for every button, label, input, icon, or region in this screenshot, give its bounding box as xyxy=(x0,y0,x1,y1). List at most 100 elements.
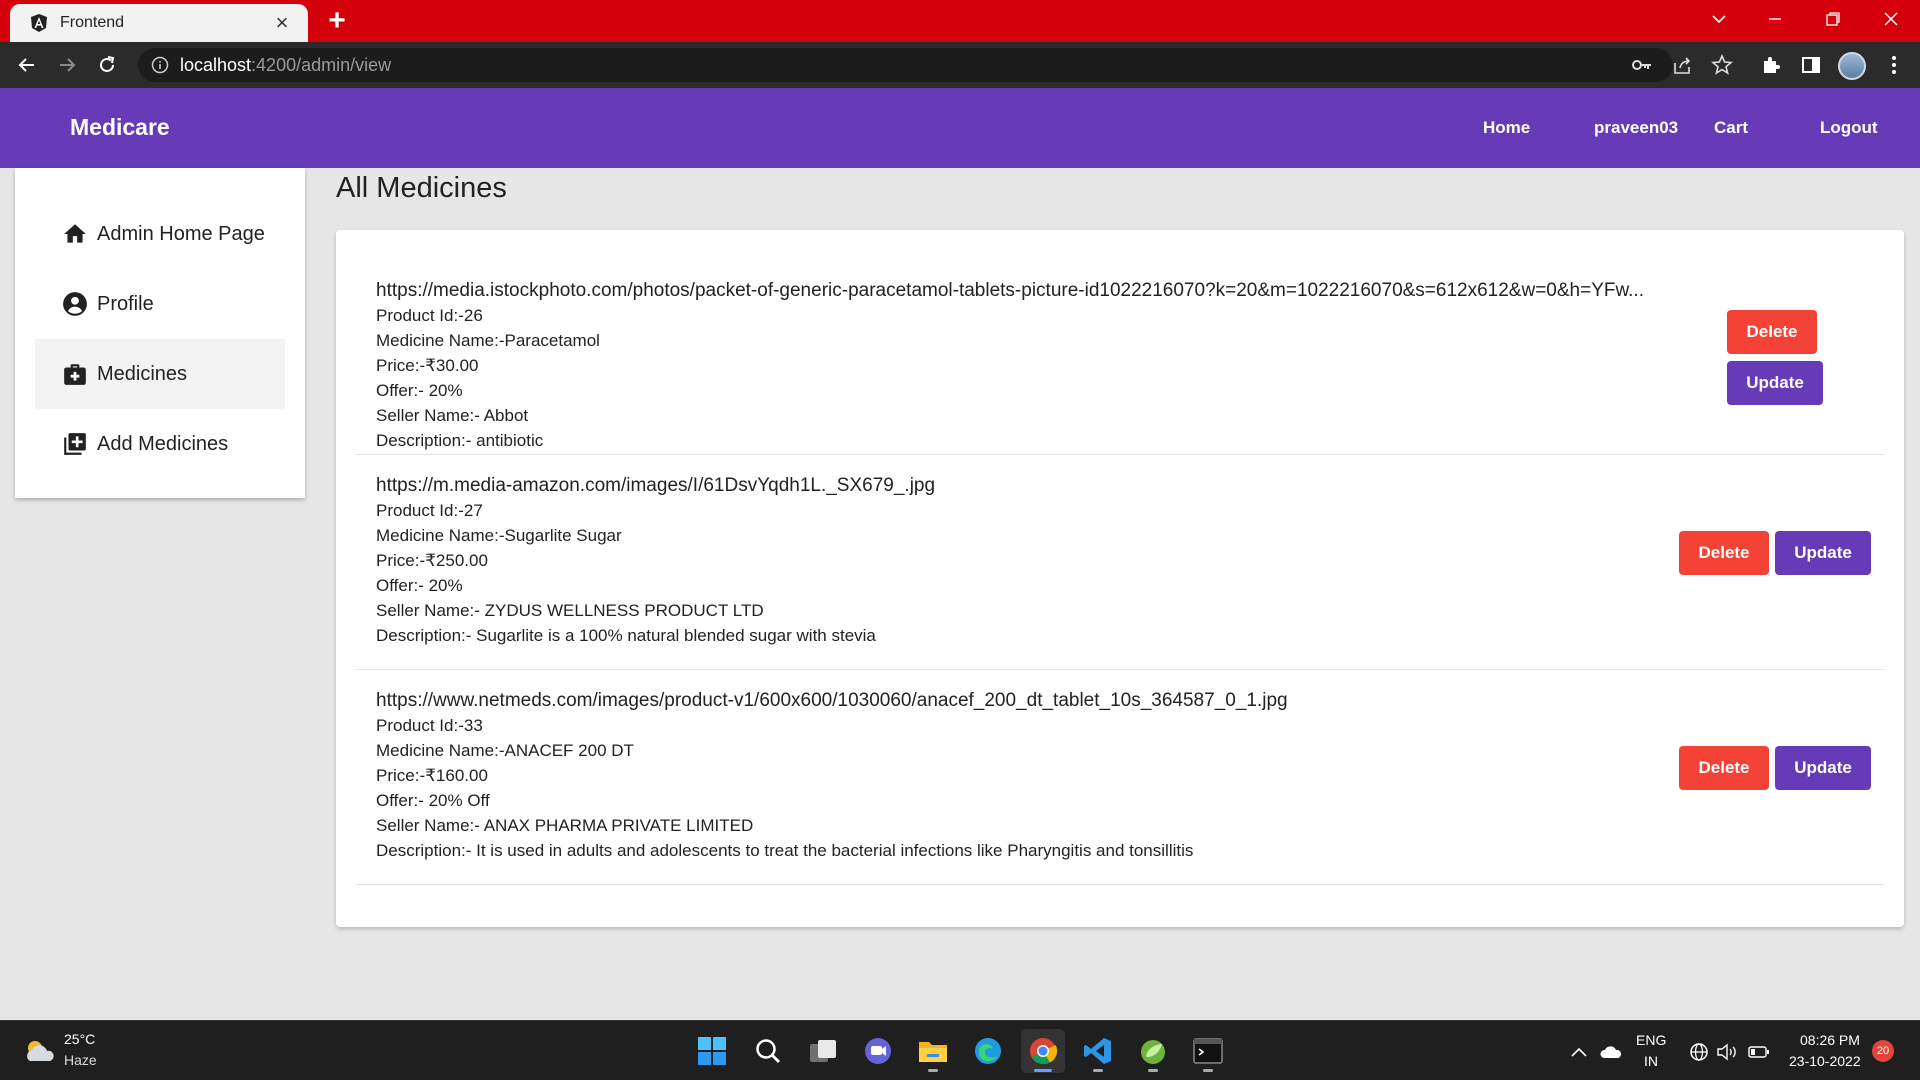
medicine-price: Price:-₹250.00 xyxy=(376,551,488,570)
medicine-offer: Offer:- 20% xyxy=(376,381,463,400)
minimize-icon[interactable] xyxy=(1752,0,1798,38)
running-indicator xyxy=(1148,1069,1158,1072)
close-window-icon[interactable] xyxy=(1868,0,1914,38)
sidebar-item-label: Profile xyxy=(97,292,154,315)
medicine-product-id: Product Id:-26 xyxy=(376,306,483,325)
sidebar-item-label: Admin Home Page xyxy=(97,222,265,245)
notification-count-badge[interactable]: 20 xyxy=(1872,1040,1894,1062)
medicine-description: Description:- antibiotic xyxy=(376,431,544,450)
medicine-seller: Seller Name:- ANAX PHARMA PRIVATE LIMITE… xyxy=(376,816,754,835)
clock-date[interactable]: 23-10-2022 xyxy=(1789,1053,1861,1069)
show-hidden-icons-chevron-icon[interactable] xyxy=(1568,1041,1590,1063)
task-view-icon[interactable] xyxy=(801,1029,845,1073)
extensions-icon[interactable] xyxy=(1759,53,1783,77)
library-add-icon xyxy=(61,430,89,458)
weather-haze-icon[interactable] xyxy=(22,1037,56,1065)
update-button[interactable]: Update xyxy=(1727,361,1823,405)
bookmark-star-icon[interactable] xyxy=(1710,53,1734,77)
spring-tool-suite-icon[interactable] xyxy=(1131,1029,1175,1073)
weather-condition[interactable]: Haze xyxy=(64,1052,97,1068)
input-language[interactable]: ENG xyxy=(1636,1032,1666,1048)
medicine-price: Price:-₹160.00 xyxy=(376,766,488,785)
url-path: :4200/admin/view xyxy=(251,54,392,75)
battery-icon[interactable] xyxy=(1748,1041,1770,1063)
clock-time[interactable]: 08:26 PM xyxy=(1800,1032,1860,1048)
volume-icon[interactable] xyxy=(1716,1041,1738,1063)
admin-sidebar: Admin Home Page Profile Medicines Add Me… xyxy=(15,168,305,498)
browser-toolbar: localhost:4200/admin/view xyxy=(0,42,1920,88)
home-icon xyxy=(61,220,89,248)
medicine-seller: Seller Name:- ZYDUS WELLNESS PRODUCT LTD xyxy=(376,601,764,620)
sidebar-item-label: Add Medicines xyxy=(97,432,229,455)
angular-icon xyxy=(28,12,50,34)
sidebar-item-admin-home[interactable]: Admin Home Page xyxy=(35,199,285,269)
delete-button[interactable]: Delete xyxy=(1679,531,1769,575)
chrome-menu-icon[interactable] xyxy=(1882,53,1906,77)
file-explorer-icon[interactable] xyxy=(911,1029,955,1073)
medical-bag-icon xyxy=(61,360,89,388)
running-indicator xyxy=(928,1069,938,1072)
running-indicator xyxy=(1093,1069,1103,1072)
teams-chat-icon[interactable] xyxy=(856,1029,900,1073)
sidebar-item-add-medicines[interactable]: Add Medicines xyxy=(35,409,285,479)
nav-logout-link[interactable]: Logout xyxy=(1820,118,1878,138)
delete-button[interactable]: Delete xyxy=(1727,310,1817,354)
medicine-offer: Offer:- 20% Off xyxy=(376,791,490,810)
browser-tab[interactable]: Frontend × xyxy=(10,4,308,42)
nav-username[interactable]: praveen03 xyxy=(1594,118,1678,138)
input-region[interactable]: IN xyxy=(1644,1053,1658,1069)
start-menu-icon[interactable] xyxy=(690,1029,734,1073)
password-key-icon[interactable] xyxy=(1630,53,1654,77)
medicine-description: Description:- Sugarlite is a 100% natura… xyxy=(376,626,876,645)
nav-home-link[interactable]: Home xyxy=(1483,118,1530,138)
medicine-description: Description:- It is used in adults and a… xyxy=(376,841,1194,860)
chrome-browser-icon[interactable] xyxy=(1021,1029,1065,1073)
medicine-image-url: https://m.media-amazon.com/images/I/61Ds… xyxy=(376,475,936,496)
site-info-icon[interactable] xyxy=(150,55,170,75)
account-circle-icon xyxy=(61,290,89,318)
sidebar-item-profile[interactable]: Profile xyxy=(35,269,285,339)
profile-avatar[interactable] xyxy=(1838,52,1866,80)
medicine-image-url: https://www.netmeds.com/images/product-v… xyxy=(376,690,1288,711)
restore-icon[interactable] xyxy=(1810,0,1856,38)
page-title: All Medicines xyxy=(336,172,507,204)
share-icon[interactable] xyxy=(1670,53,1694,77)
reload-icon[interactable] xyxy=(91,49,123,81)
brand-title[interactable]: Medicare xyxy=(70,114,170,141)
address-bar[interactable]: localhost:4200/admin/view xyxy=(138,48,1673,82)
search-icon[interactable] xyxy=(746,1029,790,1073)
delete-button[interactable]: Delete xyxy=(1679,746,1769,790)
sidebar-item-medicines[interactable]: Medicines xyxy=(35,339,285,409)
tab-search-icon[interactable] xyxy=(1696,0,1742,38)
medicine-image-url: https://media.istockphoto.com/photos/pac… xyxy=(376,280,1644,301)
weather-temperature[interactable]: 25°C xyxy=(64,1031,95,1047)
update-button[interactable]: Update xyxy=(1775,531,1871,575)
back-icon[interactable] xyxy=(11,49,43,81)
running-indicator xyxy=(1034,1069,1052,1072)
new-tab-button[interactable]: + xyxy=(322,4,352,37)
vscode-icon[interactable] xyxy=(1076,1029,1120,1073)
running-indicator xyxy=(1203,1069,1213,1072)
app-navbar: Medicare Home praveen03 Cart Logout xyxy=(0,88,1920,168)
medicine-offer: Offer:- 20% xyxy=(376,576,463,595)
forward-icon[interactable] xyxy=(51,49,83,81)
close-tab-icon[interactable]: × xyxy=(268,9,296,37)
medicine-product-id: Product Id:-27 xyxy=(376,501,483,520)
medicine-seller: Seller Name:- Abbot xyxy=(376,406,529,425)
network-globe-icon[interactable] xyxy=(1688,1041,1710,1063)
terminal-icon[interactable] xyxy=(1186,1029,1230,1073)
onedrive-cloud-icon[interactable] xyxy=(1600,1041,1622,1063)
medicine-price: Price:-₹30.00 xyxy=(376,356,479,375)
medicine-item: https://m.media-amazon.com/images/I/61Ds… xyxy=(356,455,1884,670)
nav-cart-link[interactable]: Cart xyxy=(1714,118,1748,138)
update-button[interactable]: Update xyxy=(1775,746,1871,790)
side-panel-icon[interactable] xyxy=(1799,53,1823,77)
sidebar-item-label: Medicines xyxy=(97,362,188,385)
windows-taskbar: 25°C Haze ENG IN 08:26 PM 23-10-2022 20 xyxy=(0,1020,1920,1080)
url-host: localhost xyxy=(180,54,252,75)
edge-browser-icon[interactable] xyxy=(966,1029,1010,1073)
medicine-item: https://media.istockphoto.com/photos/pac… xyxy=(356,250,1884,455)
medicine-product-id: Product Id:-33 xyxy=(376,716,483,735)
tab-title: Frontend xyxy=(60,14,125,31)
browser-tab-strip: Frontend × + xyxy=(0,0,1920,42)
